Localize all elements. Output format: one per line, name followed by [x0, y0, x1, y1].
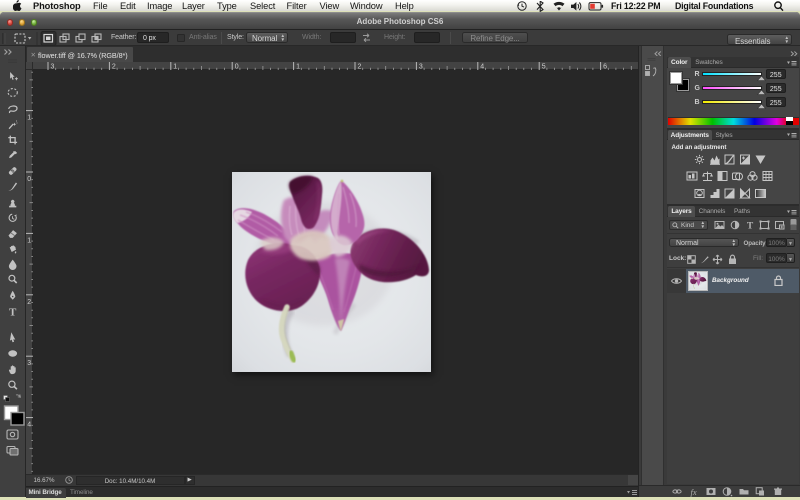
svg-text:4: 4 — [27, 422, 31, 429]
svg-text:2: 2 — [27, 299, 31, 306]
svg-text:Fri 12:22 PM: Fri 12:22 PM — [611, 1, 660, 11]
svg-text:3: 3 — [27, 360, 31, 367]
svg-text:Digital Foundations: Digital Foundations — [675, 1, 754, 11]
svg-text:1: 1 — [27, 237, 31, 244]
svg-text:0: 0 — [27, 176, 31, 183]
svg-text:fx: fx — [691, 487, 697, 497]
svg-text:1: 1 — [27, 115, 31, 122]
svg-text:T: T — [9, 306, 17, 318]
